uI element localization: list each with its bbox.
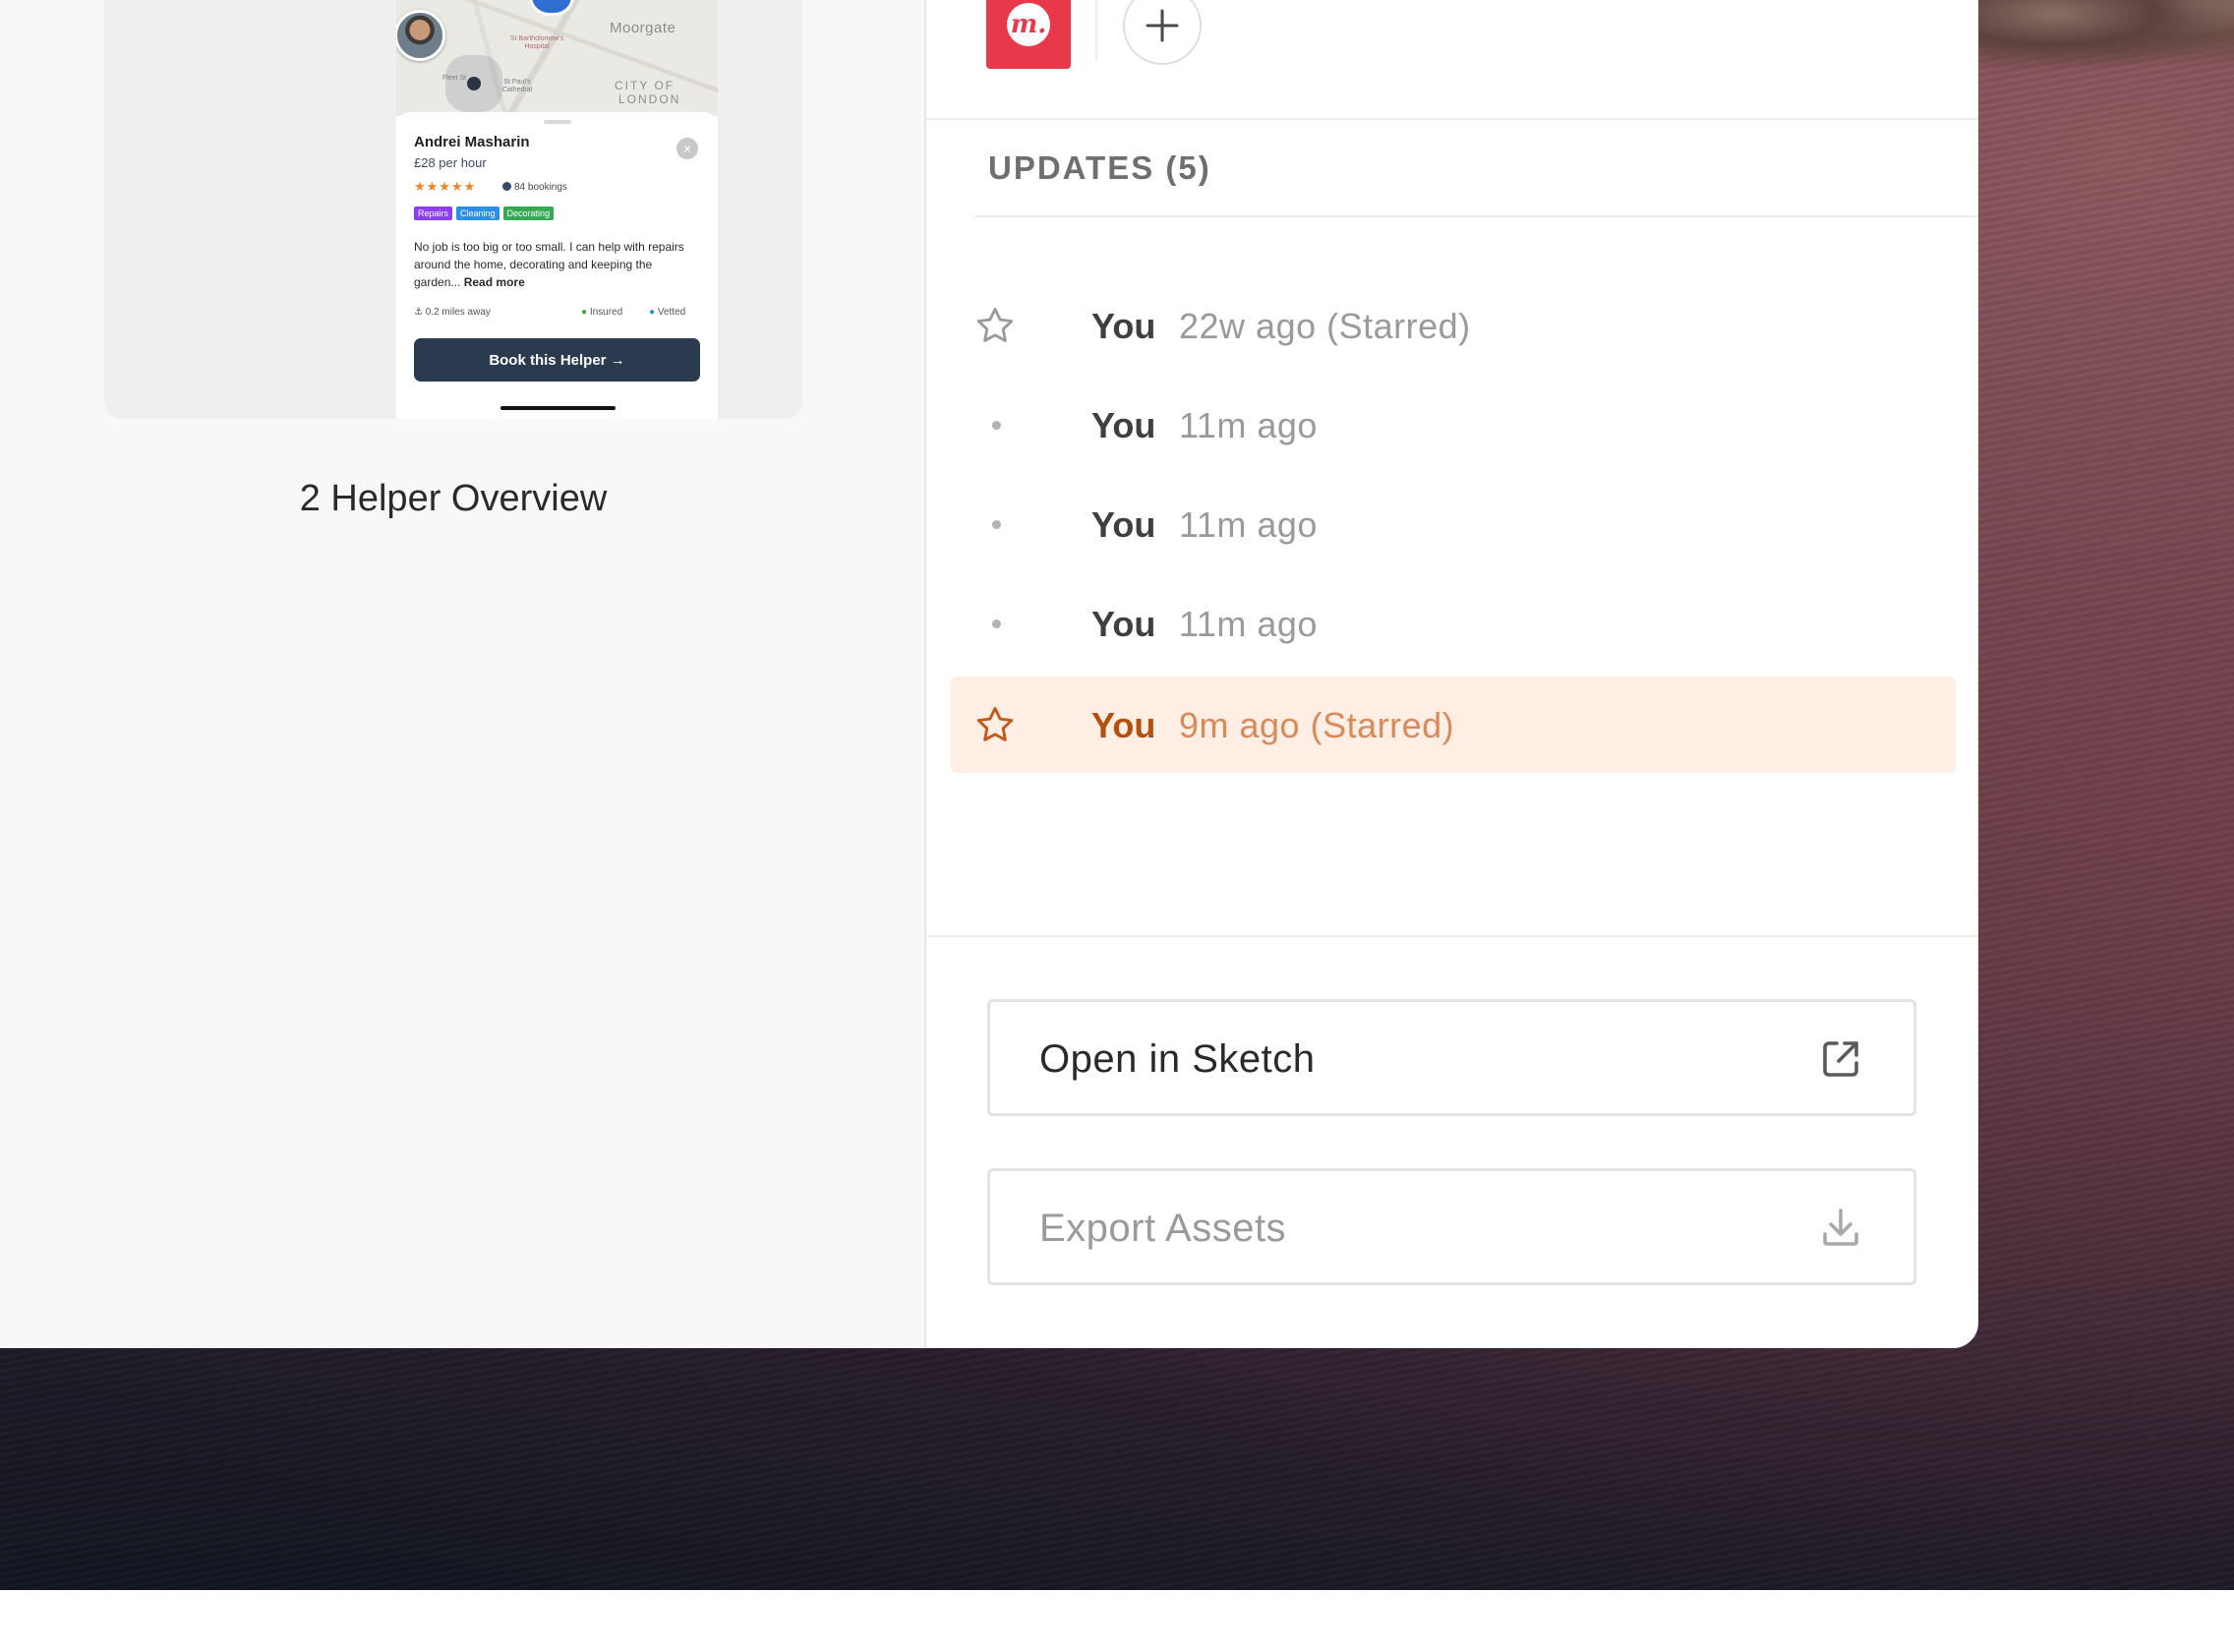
update-time: 9m ago (Starred) bbox=[1179, 705, 1455, 745]
helper-insured: ● Insured bbox=[581, 307, 622, 318]
map-label-st-pauls: St Paul's Cathedral bbox=[501, 79, 533, 93]
update-author: You bbox=[1091, 306, 1156, 346]
artboard-canvas: Moorgate CITY OF LONDON St Bartholomew's… bbox=[0, 0, 926, 1348]
distance-icon: ⚓ bbox=[414, 307, 423, 318]
open-in-sketch-label: Open in Sketch bbox=[1039, 1037, 1316, 1081]
screen-bottom-strip bbox=[0, 1590, 2234, 1652]
close-icon: × bbox=[676, 138, 698, 159]
helper-bookings: 84 bookings bbox=[502, 182, 567, 193]
add-collaborator-button[interactable] bbox=[1123, 0, 1202, 65]
helper-vetted-text: Vetted bbox=[657, 307, 686, 318]
update-time: 11m ago bbox=[1179, 604, 1318, 644]
helper-distance-text: 0.2 miles away bbox=[425, 307, 491, 318]
app-window: Moorgate CITY OF LONDON St Bartholomew's… bbox=[0, 0, 1978, 1348]
tag-decorating: Decorating bbox=[502, 206, 555, 220]
collaborator-initial: m. bbox=[1007, 3, 1050, 46]
divider bbox=[926, 118, 1978, 120]
helper-bookings-text: 84 bookings bbox=[514, 182, 567, 193]
map-label-london: LONDON bbox=[618, 92, 681, 106]
helper-distance: ⚓ 0.2 miles away bbox=[414, 307, 491, 318]
plus-icon bbox=[1146, 9, 1179, 42]
sheet-grab-handle bbox=[544, 120, 571, 124]
collaborator-avatar[interactable]: m. bbox=[986, 0, 1071, 69]
bullet-dot-icon bbox=[992, 520, 1001, 529]
update-author: You bbox=[1091, 504, 1156, 545]
update-row[interactable]: You 22w ago (Starred) bbox=[951, 277, 1956, 374]
update-row[interactable]: You 11m ago bbox=[951, 575, 1956, 672]
helper-description-text: No job is too big or too small. I can he… bbox=[414, 240, 684, 289]
map-label-city: CITY OF bbox=[615, 79, 676, 92]
export-assets-button[interactable]: Export Assets bbox=[987, 1168, 1916, 1285]
external-link-icon bbox=[1823, 1041, 1858, 1077]
helper-description: No job is too big or too small. I can he… bbox=[414, 238, 699, 291]
export-assets-label: Export Assets bbox=[1039, 1207, 1287, 1250]
home-indicator bbox=[500, 406, 616, 410]
artboard-preview-card[interactable]: Moorgate CITY OF LONDON St Bartholomew's… bbox=[104, 0, 802, 419]
update-row[interactable]: You 11m ago bbox=[951, 377, 1956, 473]
helper-name: Andrei Masharin bbox=[414, 134, 530, 150]
divider bbox=[926, 935, 1978, 937]
artboard-title[interactable]: 2 Helper Overview bbox=[0, 478, 907, 520]
read-more-link: Read more bbox=[463, 275, 525, 289]
helper-vetted: ● Vetted bbox=[649, 307, 685, 318]
bullet-dot-icon bbox=[992, 620, 1001, 628]
verified-icon bbox=[502, 182, 511, 191]
tag-cleaning: Cleaning bbox=[456, 206, 500, 220]
helper-rating-stars: ★★★★★ bbox=[414, 179, 477, 194]
tag-repairs: Repairs bbox=[414, 206, 453, 220]
update-author: You bbox=[1091, 405, 1156, 445]
insured-check-icon: ● bbox=[581, 307, 588, 318]
wallpaper-rocks bbox=[1976, 0, 2234, 69]
vetted-check-icon: ● bbox=[649, 307, 656, 318]
update-time: 11m ago bbox=[1179, 405, 1318, 445]
avatar-divider bbox=[1095, 0, 1097, 61]
map-current-location bbox=[467, 77, 481, 90]
helper-tags: Repairs Cleaning Decorating bbox=[414, 206, 555, 220]
map-label-hospital: St Bartholomew's Hospital bbox=[509, 35, 564, 50]
update-author: You bbox=[1091, 604, 1156, 644]
star-outline-icon[interactable] bbox=[972, 703, 1018, 748]
helper-rate: £28 per hour bbox=[414, 155, 487, 170]
star-outline-icon[interactable] bbox=[972, 304, 1018, 349]
book-helper-button: Book this Helper → bbox=[414, 338, 700, 382]
bullet-dot-icon bbox=[992, 421, 1001, 430]
update-row-selected[interactable]: You 9m ago (Starred) bbox=[951, 677, 1956, 773]
divider bbox=[974, 215, 1978, 217]
update-author: You bbox=[1091, 705, 1156, 745]
download-icon bbox=[1823, 1209, 1858, 1246]
helper-insured-text: Insured bbox=[589, 307, 623, 318]
inspector-panel: m. UPDATES (5) You 22w ago (Starred) You… bbox=[926, 0, 1978, 1348]
map-label-moorgate: Moorgate bbox=[610, 20, 676, 36]
map-view: Moorgate CITY OF LONDON St Bartholomew's… bbox=[396, 0, 718, 116]
update-row[interactable]: You 11m ago bbox=[951, 476, 1956, 572]
map-helper-pin bbox=[529, 0, 574, 16]
map-label-fleet-st: Fleet St bbox=[441, 75, 467, 82]
update-time: 11m ago bbox=[1179, 504, 1318, 545]
helper-bottom-sheet: × Andrei Masharin £28 per hour ★★★★★ 84 … bbox=[396, 112, 718, 419]
map-helper-avatar bbox=[396, 10, 445, 61]
updates-header: UPDATES (5) bbox=[988, 149, 1211, 186]
update-time: 22w ago (Starred) bbox=[1179, 306, 1471, 346]
open-in-sketch-button[interactable]: Open in Sketch bbox=[987, 999, 1916, 1116]
artboard-phone-screen: Moorgate CITY OF LONDON St Bartholomew's… bbox=[396, 0, 718, 419]
